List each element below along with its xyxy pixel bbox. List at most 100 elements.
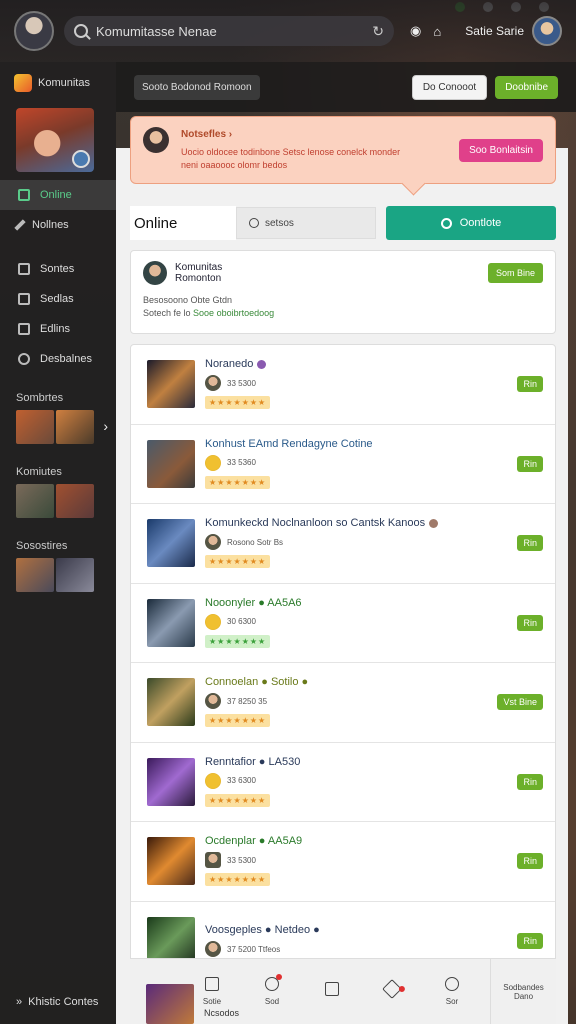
sidebar-item-online[interactable]: Online [0, 180, 116, 210]
lock-icon[interactable]: ⌂ [433, 24, 441, 39]
game-row[interactable]: Noranedo 33 5300 ★★★★★★★ Rin [131, 345, 555, 425]
row-action-button[interactable]: Rin [517, 376, 543, 393]
nav-item-settings[interactable]: Sodbandes Dano [490, 958, 556, 1024]
game-thumbnail[interactable] [56, 558, 94, 592]
game-row[interactable]: Komunkeckd Noclnanloon so Cantsk Kanoos … [131, 504, 555, 584]
game-title[interactable]: Connoelan ● Sotilo ● [205, 676, 487, 688]
nav-label: Sor [445, 997, 459, 1006]
game-title[interactable]: Ocdenplar ● AA5A9 [205, 835, 507, 847]
sidebar-item-desbalnes[interactable]: Desbalnes [0, 344, 116, 374]
game-thumbnail[interactable] [147, 837, 195, 886]
sidebar-brand[interactable]: Komunitas [0, 62, 116, 104]
refresh-icon[interactable]: ↻ [372, 23, 384, 40]
nav-item-image[interactable] [302, 981, 362, 1002]
game-thumbnail[interactable] [56, 484, 94, 518]
bell-icon[interactable]: ◉ [410, 23, 421, 39]
game-thumbnail[interactable] [147, 757, 195, 806]
rating-stars: ★★★★★★★ [205, 634, 271, 648]
image-icon [325, 981, 339, 996]
status-dot-icon [257, 359, 267, 369]
sidebar-item-edlins[interactable]: Edlins [0, 314, 116, 344]
search-input[interactable]: Komumitasse Nenae [96, 24, 364, 39]
tab-search-label: setsos [265, 217, 294, 229]
game-thumbnail[interactable] [16, 558, 54, 592]
avatar [205, 454, 221, 471]
breadcrumb-pill[interactable]: Sooto Bodonod Romoon [134, 74, 260, 100]
row-action-button[interactable]: Rin [517, 535, 543, 552]
game-title[interactable]: Voosgeples ● Netdeo ● [205, 924, 507, 936]
game-thumbnail[interactable] [146, 984, 194, 1024]
game-meta: 33 6300 [227, 776, 256, 786]
game-row[interactable]: Renntafior ● LA530 33 6300 ★★★★★★★ Rin [131, 743, 555, 822]
game-title[interactable]: Noranedo [205, 358, 507, 370]
game-thumbnail[interactable] [16, 410, 54, 444]
nav-item-chat[interactable]: Sod [242, 974, 302, 1006]
notification-action-button[interactable]: Soo Bonlaitsin [459, 138, 543, 162]
tab-search[interactable]: setsos [236, 207, 376, 239]
game-thumbnail[interactable] [56, 410, 94, 444]
game-meta: 37 5200 Ttfeos [227, 944, 281, 954]
game-meta: Rosono Sotr Bs [227, 537, 284, 547]
globe-icon [445, 977, 459, 991]
chevron-right-icon[interactable]: › [103, 418, 108, 434]
section-heading: Komiutes [16, 466, 62, 478]
search-online-button[interactable]: Oontlote [386, 206, 556, 240]
profile-avatar[interactable] [14, 11, 54, 51]
sidebar-item-nollnes[interactable]: Nollnes [0, 210, 116, 240]
game-thumbnail[interactable] [147, 360, 195, 409]
rating-stars: ★★★★★★★ [205, 396, 271, 410]
nav-item-tag[interactable] [362, 978, 422, 1002]
community-hero-image[interactable] [16, 108, 94, 172]
row-action-button[interactable]: Rin [517, 773, 543, 790]
nav-item-globe[interactable]: Sor [422, 977, 482, 1006]
game-meta: 30 6300 [227, 617, 256, 627]
game-title[interactable]: Konhust EAmd Rendagyne Cotine [205, 438, 507, 450]
sidebar-item-sedlas[interactable]: Sedlas [0, 284, 116, 314]
avatar [205, 772, 221, 789]
search-bar[interactable]: Komumitasse Nenae ↻ [64, 16, 394, 46]
game-title-text: Renntafior ● LA530 [205, 755, 301, 768]
join-button[interactable]: Som Bine [487, 263, 543, 283]
game-thumbnail[interactable] [147, 519, 195, 568]
game-title[interactable]: Komunkeckd Noclnanloon so Cantsk Kanoos [205, 517, 507, 529]
game-thumbnail[interactable] [147, 598, 195, 647]
rating-stars: ★★★★★★★ [205, 873, 271, 887]
rating-stars: ★★★★★★★ [205, 555, 271, 569]
footer-label: Khistic Contes [28, 996, 99, 1008]
badge-icon [72, 150, 90, 168]
game-row[interactable]: Konhust EAmd Rendagyne Cotine 33 5360 ★★… [131, 425, 555, 504]
user-avatar[interactable] [532, 16, 562, 46]
game-row[interactable]: Connoelan ● Sotilo ● 37 8250 35 ★★★★★★★ … [131, 663, 555, 743]
sidebar-item-label: Online [40, 189, 72, 201]
row-action-button[interactable]: Vst Bine [497, 694, 543, 711]
sidebar-item-sontes[interactable]: Sontes [0, 254, 116, 284]
game-thumbnail[interactable] [147, 678, 195, 727]
connect-button[interactable]: Do Conooot [411, 74, 488, 100]
list-icon [18, 293, 30, 305]
game-title[interactable]: Renntafior ● LA530 [205, 756, 507, 768]
user-menu[interactable]: Satie Sarie [465, 16, 562, 46]
row-action-button[interactable]: Rin [517, 455, 543, 472]
row-action-button[interactable]: Rin [517, 932, 543, 949]
tab-online[interactable]: Online [130, 206, 236, 240]
game-row[interactable]: Ocdenplar ● AA5A9 33 5300 ★★★★★★★ Rin [131, 822, 555, 902]
sidebar-footer[interactable]: » Khistic Contes [16, 996, 98, 1008]
game-title-text: Connoelan ● Sotilo ● [205, 676, 309, 689]
avatar[interactable] [143, 261, 167, 285]
notification-title: Notsefles › [181, 128, 233, 140]
rating-stars: ★★★★★★★ [205, 714, 271, 728]
row-action-button[interactable]: Rin [517, 853, 543, 870]
game-thumbnail[interactable] [16, 484, 54, 518]
row-action-button[interactable]: Rin [517, 614, 543, 631]
search-icon [74, 24, 88, 38]
game-thumbnail[interactable] [147, 439, 195, 488]
game-title[interactable]: Nooonyler ● AA5A6 [205, 597, 507, 609]
game-row[interactable]: Nooonyler ● AA5A6 30 6300 ★★★★★★★ Rin [131, 584, 555, 663]
rating-stars: ★★★★★★★ [205, 793, 271, 807]
description-link[interactable]: Sooe oboibrtoedoog [193, 308, 274, 318]
game-meta: 33 5360 [227, 458, 256, 468]
download-button[interactable]: Doobnibe [495, 75, 558, 99]
notification-title-text: Notsefles [181, 128, 227, 140]
community-description-2: Sotech fe lo Sooe oboibrtoedoog [143, 308, 543, 318]
brand-logo-icon [14, 74, 32, 92]
